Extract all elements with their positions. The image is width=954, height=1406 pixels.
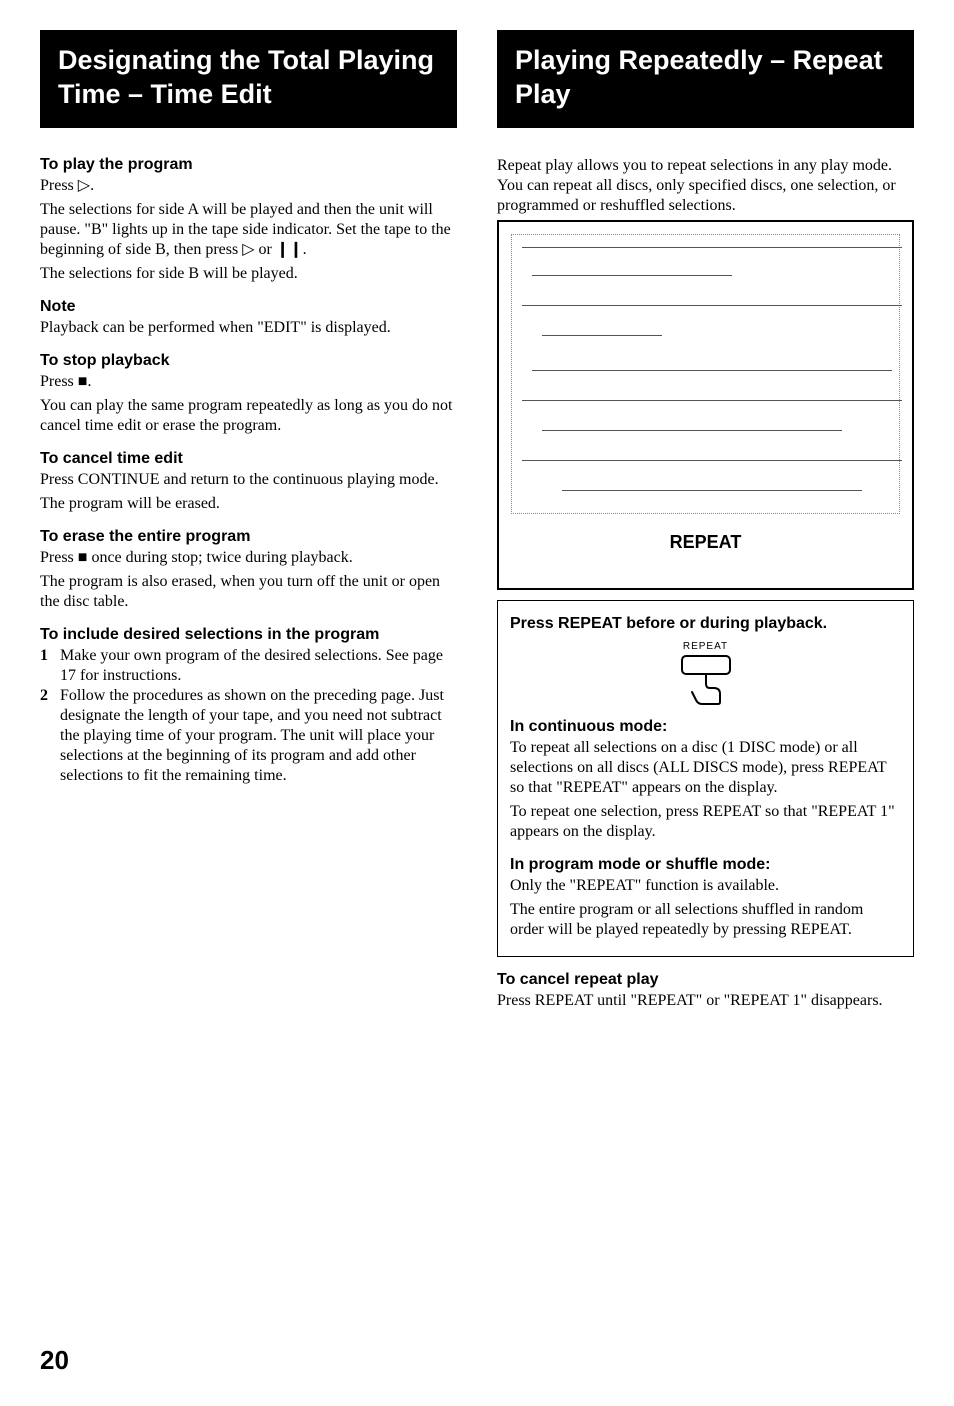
left-banner: Designating the Total Playing Time – Tim… [40, 30, 457, 128]
panel-detail [562, 490, 862, 491]
cancel-edit-line1: Press CONTINUE and return to the continu… [40, 470, 457, 490]
continuous-line1: To repeat all selections on a disc (1 DI… [510, 738, 901, 798]
body-include-selections: 1 Make your own program of the desired s… [40, 646, 457, 786]
panel-detail [522, 247, 902, 248]
heading-note: Note [40, 298, 457, 316]
panel-detail [532, 370, 892, 371]
list-text-1: Make your own program of the desired sel… [60, 646, 457, 686]
right-intro: Repeat play allows you to repeat selecti… [497, 156, 914, 216]
right-banner-title: Playing Repeatedly – Repeat Play [515, 44, 898, 112]
two-column-layout: Designating the Total Playing Time – Tim… [40, 30, 914, 1015]
panel-detail [532, 275, 732, 276]
right-column: Playing Repeatedly – Repeat Play Repeat … [497, 30, 914, 1015]
press-button-icon [676, 654, 736, 706]
stop-line2: You can play the same program repeatedly… [40, 396, 457, 436]
left-banner-title: Designating the Total Playing Time – Tim… [58, 44, 441, 112]
panel-detail [542, 430, 842, 431]
button-caption: REPEAT [683, 641, 728, 652]
heading-program-shuffle-mode: In program mode or shuffle mode: [510, 856, 901, 874]
device-panel [511, 234, 900, 514]
page-number: 20 [40, 1345, 69, 1376]
instruction-box: Press REPEAT before or during playback. … [497, 600, 914, 957]
body-note: Playback can be performed when "EDIT" is… [40, 318, 457, 338]
heading-continuous-mode: In continuous mode: [510, 718, 901, 736]
heading-cancel-repeat: To cancel repeat play [497, 971, 914, 989]
heading-stop-playback: To stop playback [40, 352, 457, 370]
erase-line1: Press ■ once during stop; twice during p… [40, 548, 457, 568]
repeat-button-diagram: REPEAT [510, 641, 901, 706]
right-intro-text: Repeat play allows you to repeat selecti… [497, 156, 914, 216]
play-program-line2: The selections for side A will be played… [40, 200, 457, 260]
panel-detail [522, 400, 902, 401]
press-repeat-heading: Press REPEAT before or during playback. [510, 615, 901, 633]
play-program-line3: The selections for side B will be played… [40, 264, 457, 284]
cancel-repeat-line: Press REPEAT until "REPEAT" or "REPEAT 1… [497, 991, 914, 1011]
note-line: Playback can be performed when "EDIT" is… [40, 318, 457, 338]
heading-include-selections: To include desired selections in the pro… [40, 626, 457, 644]
device-repeat-label: REPEAT [511, 532, 900, 553]
device-illustration: REPEAT [497, 220, 914, 590]
continuous-line2: To repeat one selection, press REPEAT so… [510, 802, 901, 842]
program-line1: Only the "REPEAT" function is available. [510, 876, 901, 896]
heading-cancel-time-edit: To cancel time edit [40, 450, 457, 468]
list-item: 2 Follow the procedures as shown on the … [40, 686, 457, 786]
stop-line1: Press ■. [40, 372, 457, 392]
manual-page: Designating the Total Playing Time – Tim… [0, 0, 954, 1406]
panel-detail [522, 460, 902, 461]
panel-detail [522, 305, 902, 306]
body-erase-program: Press ■ once during stop; twice during p… [40, 548, 457, 612]
heading-erase-program: To erase the entire program [40, 528, 457, 546]
body-stop-playback: Press ■. You can play the same program r… [40, 372, 457, 436]
list-number-2: 2 [40, 686, 54, 786]
list-item: 1 Make your own program of the desired s… [40, 646, 457, 686]
heading-play-program: To play the program [40, 156, 457, 174]
play-program-line1: Press ▷. [40, 176, 457, 196]
erase-line2: The program is also erased, when you tur… [40, 572, 457, 612]
body-program-shuffle-mode: Only the "REPEAT" function is available.… [510, 876, 901, 940]
program-line2: The entire program or all selections shu… [510, 900, 901, 940]
body-cancel-time-edit: Press CONTINUE and return to the continu… [40, 470, 457, 514]
body-continuous-mode: To repeat all selections on a disc (1 DI… [510, 738, 901, 842]
body-play-program: Press ▷. The selections for side A will … [40, 176, 457, 284]
right-banner: Playing Repeatedly – Repeat Play [497, 30, 914, 128]
list-text-2: Follow the procedures as shown on the pr… [60, 686, 457, 786]
body-cancel-repeat: Press REPEAT until "REPEAT" or "REPEAT 1… [497, 991, 914, 1011]
cancel-edit-line2: The program will be erased. [40, 494, 457, 514]
panel-detail [542, 335, 662, 336]
list-number-1: 1 [40, 646, 54, 686]
left-column: Designating the Total Playing Time – Tim… [40, 30, 457, 1015]
